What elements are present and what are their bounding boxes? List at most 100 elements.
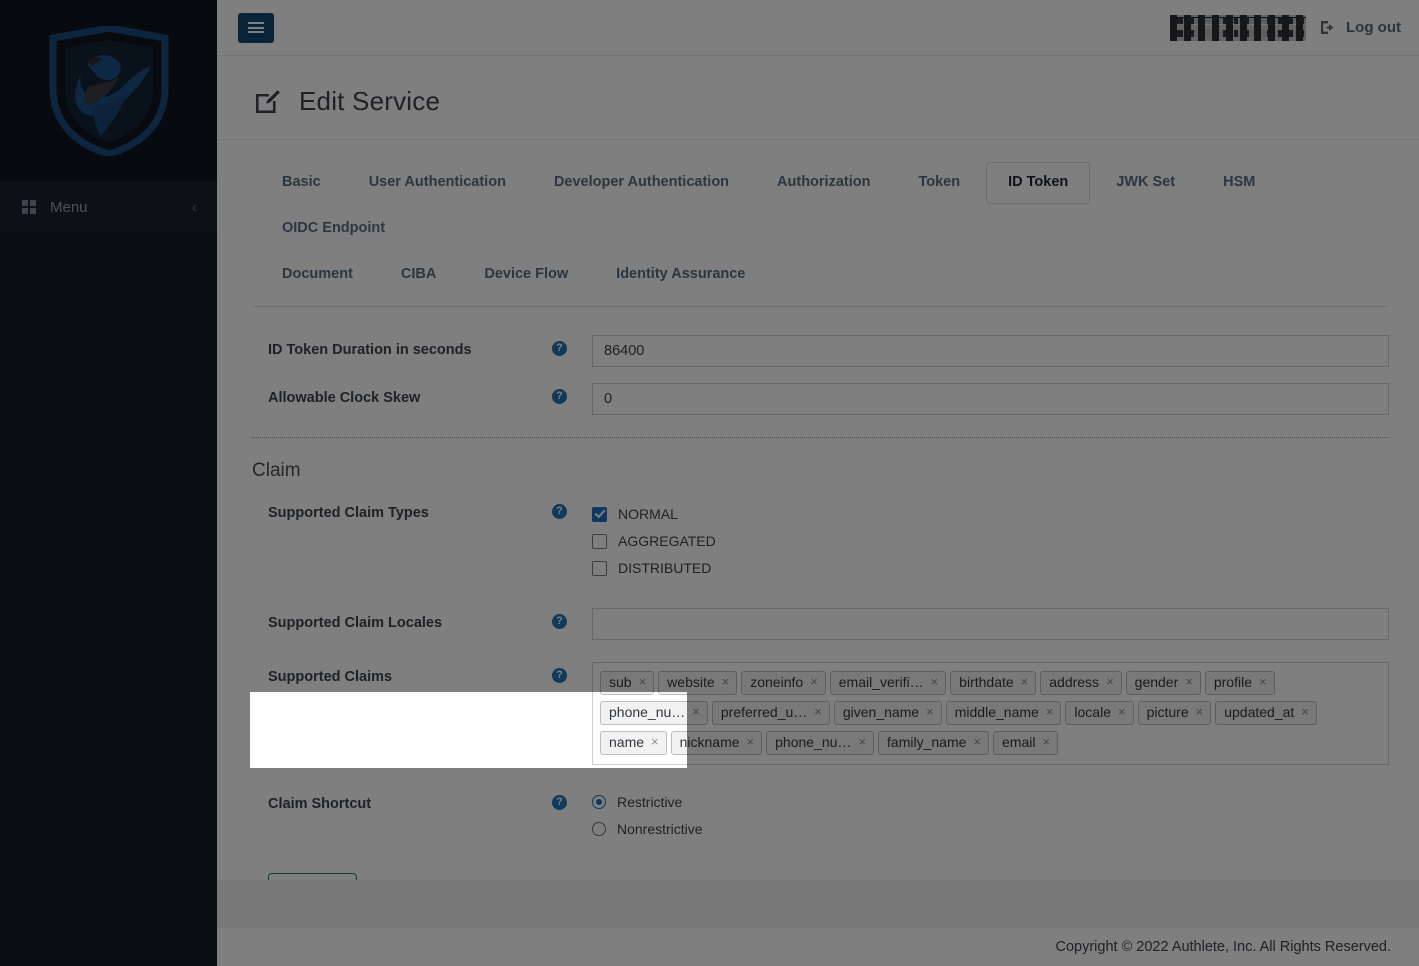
topbar-right: Log out	[1170, 15, 1401, 41]
claim-chip[interactable]: phone_nu… ×	[600, 701, 708, 725]
brand-logo[interactable]	[0, 0, 217, 181]
claim-chip[interactable]: zoneinfo×	[741, 671, 826, 695]
claim-chip[interactable]: profile×	[1205, 671, 1275, 695]
claim-chip-remove-icon[interactable]: ×	[1196, 703, 1204, 721]
claim-chip[interactable]: picture×	[1138, 701, 1212, 725]
claim-chip-remove-icon[interactable]: ×	[1301, 703, 1309, 721]
tab-jwk-set[interactable]: JWK Set	[1094, 162, 1197, 204]
claim-chip-remove-icon[interactable]: ×	[973, 733, 981, 751]
claim-chip-remove-icon[interactable]: ×	[651, 733, 659, 751]
tab-oidc-endpoint[interactable]: OIDC Endpoint	[260, 208, 407, 250]
claim-chip[interactable]: nickname×	[671, 731, 763, 755]
allowable-clock-skew-input[interactable]	[592, 383, 1389, 415]
claim-chip-remove-icon[interactable]: ×	[722, 673, 730, 691]
field-allowable-clock-skew: Allowable Clock Skew ?	[252, 375, 1389, 423]
field-supported-claim-types: Supported Claim Types ? NORMAL AGGREGATE…	[252, 490, 1389, 590]
tab-document[interactable]: Document	[260, 254, 375, 296]
tab-ciba[interactable]: CIBA	[379, 254, 458, 296]
supported-claims-help-icon[interactable]: ?	[552, 668, 567, 683]
claim-chip[interactable]: phone_nu…×	[766, 731, 874, 755]
claim-chip[interactable]: website×	[658, 671, 737, 695]
checkbox-normal[interactable]: NORMAL	[592, 501, 1389, 528]
sidebar-toggle-button[interactable]	[238, 13, 274, 43]
claim-chip[interactable]: locale ×	[1065, 701, 1133, 725]
checkbox-aggregated[interactable]: AGGREGATED	[592, 528, 1389, 555]
tab-developer-authentication[interactable]: Developer Authentication	[532, 162, 751, 204]
claim-chip-remove-icon[interactable]: ×	[747, 733, 755, 751]
supported-claim-locales-input[interactable]	[592, 608, 1389, 640]
footer-band	[217, 880, 1419, 928]
supported-claims-chip-container[interactable]: sub×website×zoneinfo×email_verifi…×birth…	[592, 662, 1389, 765]
supported-claim-types-help-icon[interactable]: ?	[552, 504, 567, 519]
edit-pencil-icon	[254, 89, 281, 115]
claim-shortcut-help-icon[interactable]: ?	[552, 795, 567, 810]
claim-shortcut-label: Claim Shortcut	[252, 789, 552, 814]
sidebar-menu-toggle[interactable]: Menu ‹	[0, 181, 217, 233]
tab-authorization[interactable]: Authorization	[755, 162, 892, 204]
sidebar-menu-label: Menu	[50, 199, 192, 216]
logout-button[interactable]: Log out	[1320, 19, 1401, 36]
claim-chip-remove-icon[interactable]: ×	[926, 703, 934, 721]
checkbox-distributed[interactable]: DISTRIBUTED	[592, 555, 1389, 582]
claim-chip-label: phone_nu…	[609, 703, 685, 721]
claim-chip-remove-icon[interactable]: ×	[1185, 673, 1193, 691]
claim-chip-remove-icon[interactable]: ×	[814, 703, 822, 721]
claim-chip[interactable]: name×	[600, 731, 667, 755]
claim-chip[interactable]: gender×	[1126, 671, 1201, 695]
checkbox-normal-label: NORMAL	[618, 506, 678, 522]
claim-chip-remove-icon[interactable]: ×	[810, 673, 818, 691]
checkbox-normal-box[interactable]	[592, 507, 607, 522]
supported-claim-locales-help-icon[interactable]: ?	[552, 614, 567, 629]
user-name-redacted	[1170, 15, 1306, 41]
claim-chip[interactable]: email_verifi…×	[830, 671, 946, 695]
radio-nonrestrictive[interactable]: Nonrestrictive	[592, 816, 1389, 843]
copyright-text: Copyright © 2022 Authlete, Inc. All Righ…	[1055, 939, 1391, 955]
allowable-clock-skew-help-icon[interactable]: ?	[552, 389, 567, 404]
claim-chip[interactable]: family_name×	[878, 731, 989, 755]
id-token-duration-input[interactable]	[592, 335, 1389, 367]
claim-chip-label: preferred_u…	[721, 703, 807, 721]
claim-chip-remove-icon[interactable]: ×	[639, 673, 647, 691]
claim-chip[interactable]: address ×	[1040, 671, 1121, 695]
field-id-token-duration: ID Token Duration in seconds ?	[252, 327, 1389, 375]
tab-hsm[interactable]: HSM	[1201, 162, 1277, 204]
claim-chip-remove-icon[interactable]: ×	[931, 673, 939, 691]
radio-nonrestrictive-dot[interactable]	[592, 822, 606, 836]
radio-restrictive-dot[interactable]	[592, 795, 606, 809]
tab-device-flow[interactable]: Device Flow	[462, 254, 590, 296]
checkbox-distributed-label: DISTRIBUTED	[618, 560, 711, 576]
claim-chip[interactable]: middle_name ×	[946, 701, 1062, 725]
claim-chip[interactable]: updated_at×	[1215, 701, 1317, 725]
tab-id-token[interactable]: ID Token	[986, 162, 1090, 204]
claim-chip-remove-icon[interactable]: ×	[1042, 733, 1050, 751]
checkbox-distributed-box[interactable]	[592, 561, 607, 576]
claim-chip-remove-icon[interactable]: ×	[1046, 703, 1054, 721]
field-supported-claims: Supported Claims ? sub×website×zoneinfo×…	[252, 648, 1389, 773]
claim-chip-remove-icon[interactable]: ×	[692, 703, 700, 721]
logout-label: Log out	[1346, 19, 1401, 36]
page-header: Edit Service	[217, 56, 1419, 140]
claim-chip-remove-icon[interactable]: ×	[1118, 703, 1126, 721]
radio-restrictive[interactable]: Restrictive	[592, 789, 1389, 816]
page-title: Edit Service	[299, 86, 440, 117]
checkbox-aggregated-box[interactable]	[592, 534, 607, 549]
tab-user-authentication[interactable]: User Authentication	[347, 162, 528, 204]
claim-chip-remove-icon[interactable]: ×	[1259, 673, 1267, 691]
claim-chip-label: birthdate	[959, 673, 1013, 691]
claim-chip-remove-icon[interactable]: ×	[1021, 673, 1029, 691]
claim-chip-remove-icon[interactable]: ×	[858, 733, 866, 751]
tab-identity-assurance[interactable]: Identity Assurance	[594, 254, 767, 296]
id-token-duration-help-icon[interactable]: ?	[552, 341, 567, 356]
claim-chip[interactable]: preferred_u… ×	[712, 701, 830, 725]
tab-basic[interactable]: Basic	[260, 162, 343, 204]
claim-chip-label: locale	[1074, 703, 1111, 721]
chevron-left-icon[interactable]: ‹	[192, 199, 197, 216]
claim-chip-label: address	[1049, 673, 1099, 691]
tab-token[interactable]: Token	[896, 162, 982, 204]
claim-chip[interactable]: email×	[993, 731, 1058, 755]
claim-chip[interactable]: given_name×	[834, 701, 942, 725]
claim-chip-label: middle_name	[955, 703, 1039, 721]
claim-chip[interactable]: birthdate ×	[950, 671, 1036, 695]
claim-chip[interactable]: sub×	[600, 671, 654, 695]
claim-chip-remove-icon[interactable]: ×	[1106, 673, 1114, 691]
